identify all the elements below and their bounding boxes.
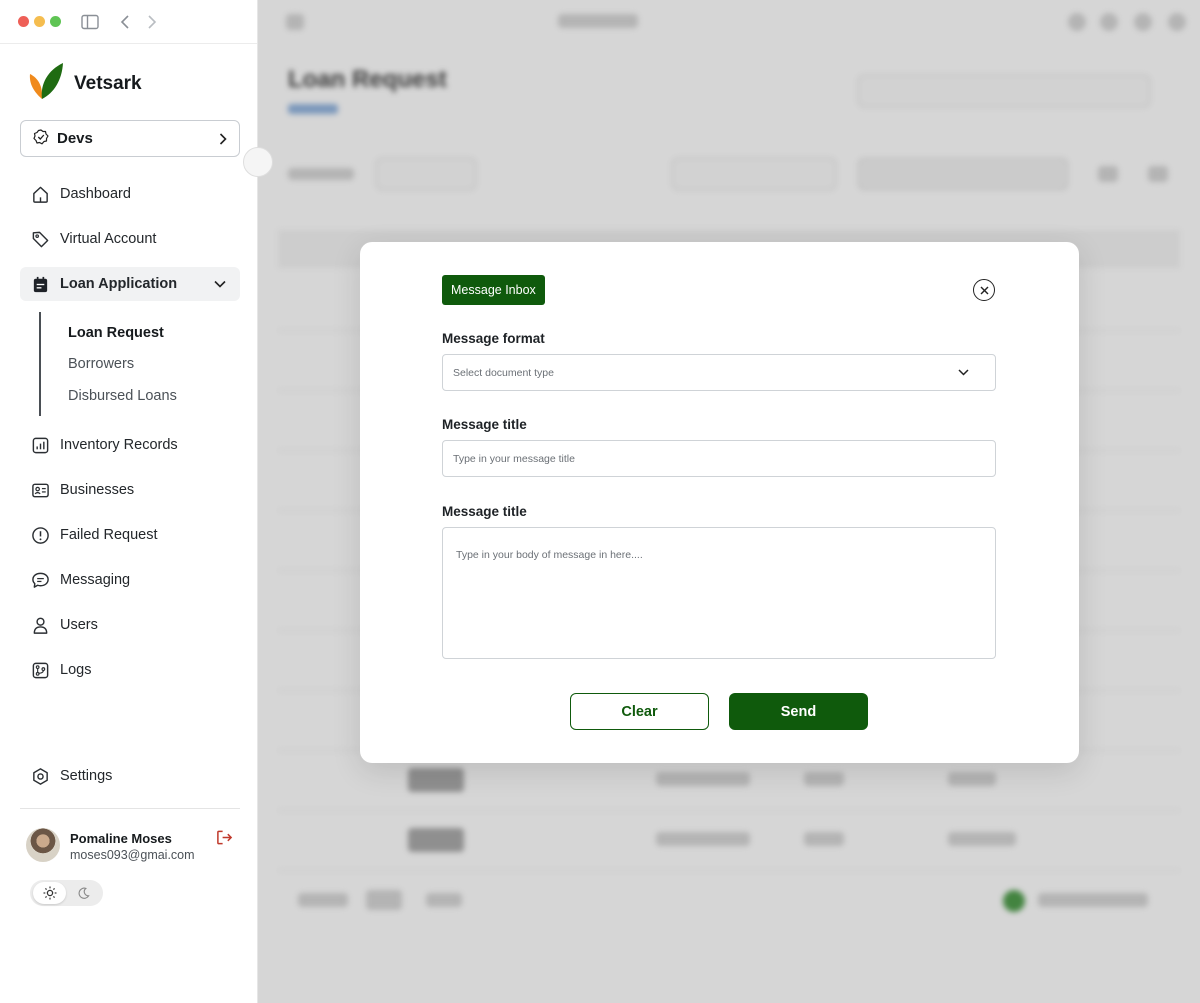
sidebar-divider xyxy=(20,808,240,809)
workspace-name: Devs xyxy=(57,130,93,147)
clear-button[interactable]: Clear xyxy=(570,693,709,730)
brand-name: Vetsark xyxy=(74,72,142,94)
message-body-label: Message title xyxy=(442,504,527,519)
settings-icon xyxy=(30,766,50,786)
sidebar-collapse-button[interactable] xyxy=(243,147,273,177)
sidebar-item-label: Failed Request xyxy=(60,527,158,543)
chart-icon xyxy=(30,435,50,455)
chat-icon xyxy=(30,570,50,590)
user-name: Pomaline Moses xyxy=(70,831,172,846)
message-title-input[interactable]: Type in your message title xyxy=(442,440,996,477)
sidebar-subitem-disbursed-loans[interactable]: Disbursed Loans xyxy=(68,388,177,404)
chevron-right-icon xyxy=(219,132,227,145)
git-branch-icon xyxy=(30,660,50,680)
user-email: moses093@gmai.com xyxy=(70,848,195,862)
message-body-textarea[interactable]: Type in your body of message in here.... xyxy=(442,527,996,659)
home-icon xyxy=(30,184,50,204)
brand: Vetsark xyxy=(28,62,142,105)
id-card-icon xyxy=(30,480,50,500)
close-button[interactable] xyxy=(973,279,995,301)
submenu-guide-line xyxy=(39,312,41,416)
sidebar-item-label: Logs xyxy=(60,662,92,678)
message-format-placeholder: Select document type xyxy=(453,366,554,379)
chevron-down-icon xyxy=(214,280,226,288)
badge-check-icon xyxy=(33,128,49,149)
message-format-label: Message format xyxy=(442,331,545,346)
chevron-down-icon xyxy=(958,369,969,376)
calendar-icon xyxy=(30,274,50,294)
leaf-logo-icon xyxy=(28,62,64,105)
sidebar: Vetsark Devs Dashboard Virtual Account L… xyxy=(0,0,258,1003)
sidebar-item-failed-request[interactable]: Failed Request xyxy=(20,518,240,552)
tag-icon xyxy=(30,229,50,249)
sidebar-item-dashboard[interactable]: Dashboard xyxy=(20,177,240,211)
avatar[interactable] xyxy=(26,828,60,862)
message-body-placeholder: Type in your body of message in here.... xyxy=(456,549,643,561)
message-title-label: Message title xyxy=(442,417,527,432)
send-button[interactable]: Send xyxy=(729,693,868,730)
modal-tag: Message Inbox xyxy=(442,275,545,305)
window-close-button[interactable] xyxy=(18,16,29,27)
back-arrow-icon[interactable] xyxy=(115,12,135,32)
sidebar-item-users[interactable]: Users xyxy=(20,608,240,642)
moon-icon[interactable] xyxy=(67,882,100,904)
sidebar-item-inventory-records[interactable]: Inventory Records xyxy=(20,428,240,462)
message-title-placeholder: Type in your message title xyxy=(453,452,575,465)
alert-circle-icon xyxy=(30,525,50,545)
message-modal: Message Inbox Message format Select docu… xyxy=(360,242,1079,763)
sidebar-item-label: Settings xyxy=(60,768,113,784)
sidebar-item-label: Businesses xyxy=(60,482,135,498)
window-minimize-button[interactable] xyxy=(34,16,45,27)
sidebar-item-label: Messaging xyxy=(60,572,131,588)
sidebar-item-label: Loan Application xyxy=(60,276,178,292)
sidebar-item-label: Virtual Account xyxy=(60,231,157,247)
sidebar-item-label: Users xyxy=(60,617,98,633)
sidebar-item-loan-application[interactable]: Loan Application xyxy=(20,267,240,301)
sidebar-toggle-icon[interactable] xyxy=(80,12,100,32)
sidebar-subitem-loan-request[interactable]: Loan Request xyxy=(68,325,164,341)
sidebar-item-virtual-account[interactable]: Virtual Account xyxy=(20,222,240,256)
sidebar-item-label: Dashboard xyxy=(60,186,131,202)
sidebar-item-messaging[interactable]: Messaging xyxy=(20,563,240,597)
sun-icon[interactable] xyxy=(33,882,66,904)
workspace-selector[interactable]: Devs xyxy=(20,120,240,157)
close-icon xyxy=(980,286,989,295)
sidebar-item-label: Inventory Records xyxy=(60,437,178,453)
theme-toggle[interactable] xyxy=(30,880,103,906)
window-titlebar xyxy=(0,0,257,44)
sidebar-subitem-borrowers[interactable]: Borrowers xyxy=(68,356,134,372)
logout-icon[interactable] xyxy=(216,829,233,846)
sidebar-item-logs[interactable]: Logs xyxy=(20,653,240,687)
forward-arrow-icon[interactable] xyxy=(142,12,162,32)
sidebar-item-settings[interactable]: Settings xyxy=(20,759,240,793)
window-zoom-button[interactable] xyxy=(50,16,61,27)
user-profile: Pomaline Moses moses093@gmai.com xyxy=(26,828,240,868)
user-icon xyxy=(30,615,50,635)
message-format-select[interactable]: Select document type xyxy=(442,354,996,391)
sidebar-item-businesses[interactable]: Businesses xyxy=(20,473,240,507)
